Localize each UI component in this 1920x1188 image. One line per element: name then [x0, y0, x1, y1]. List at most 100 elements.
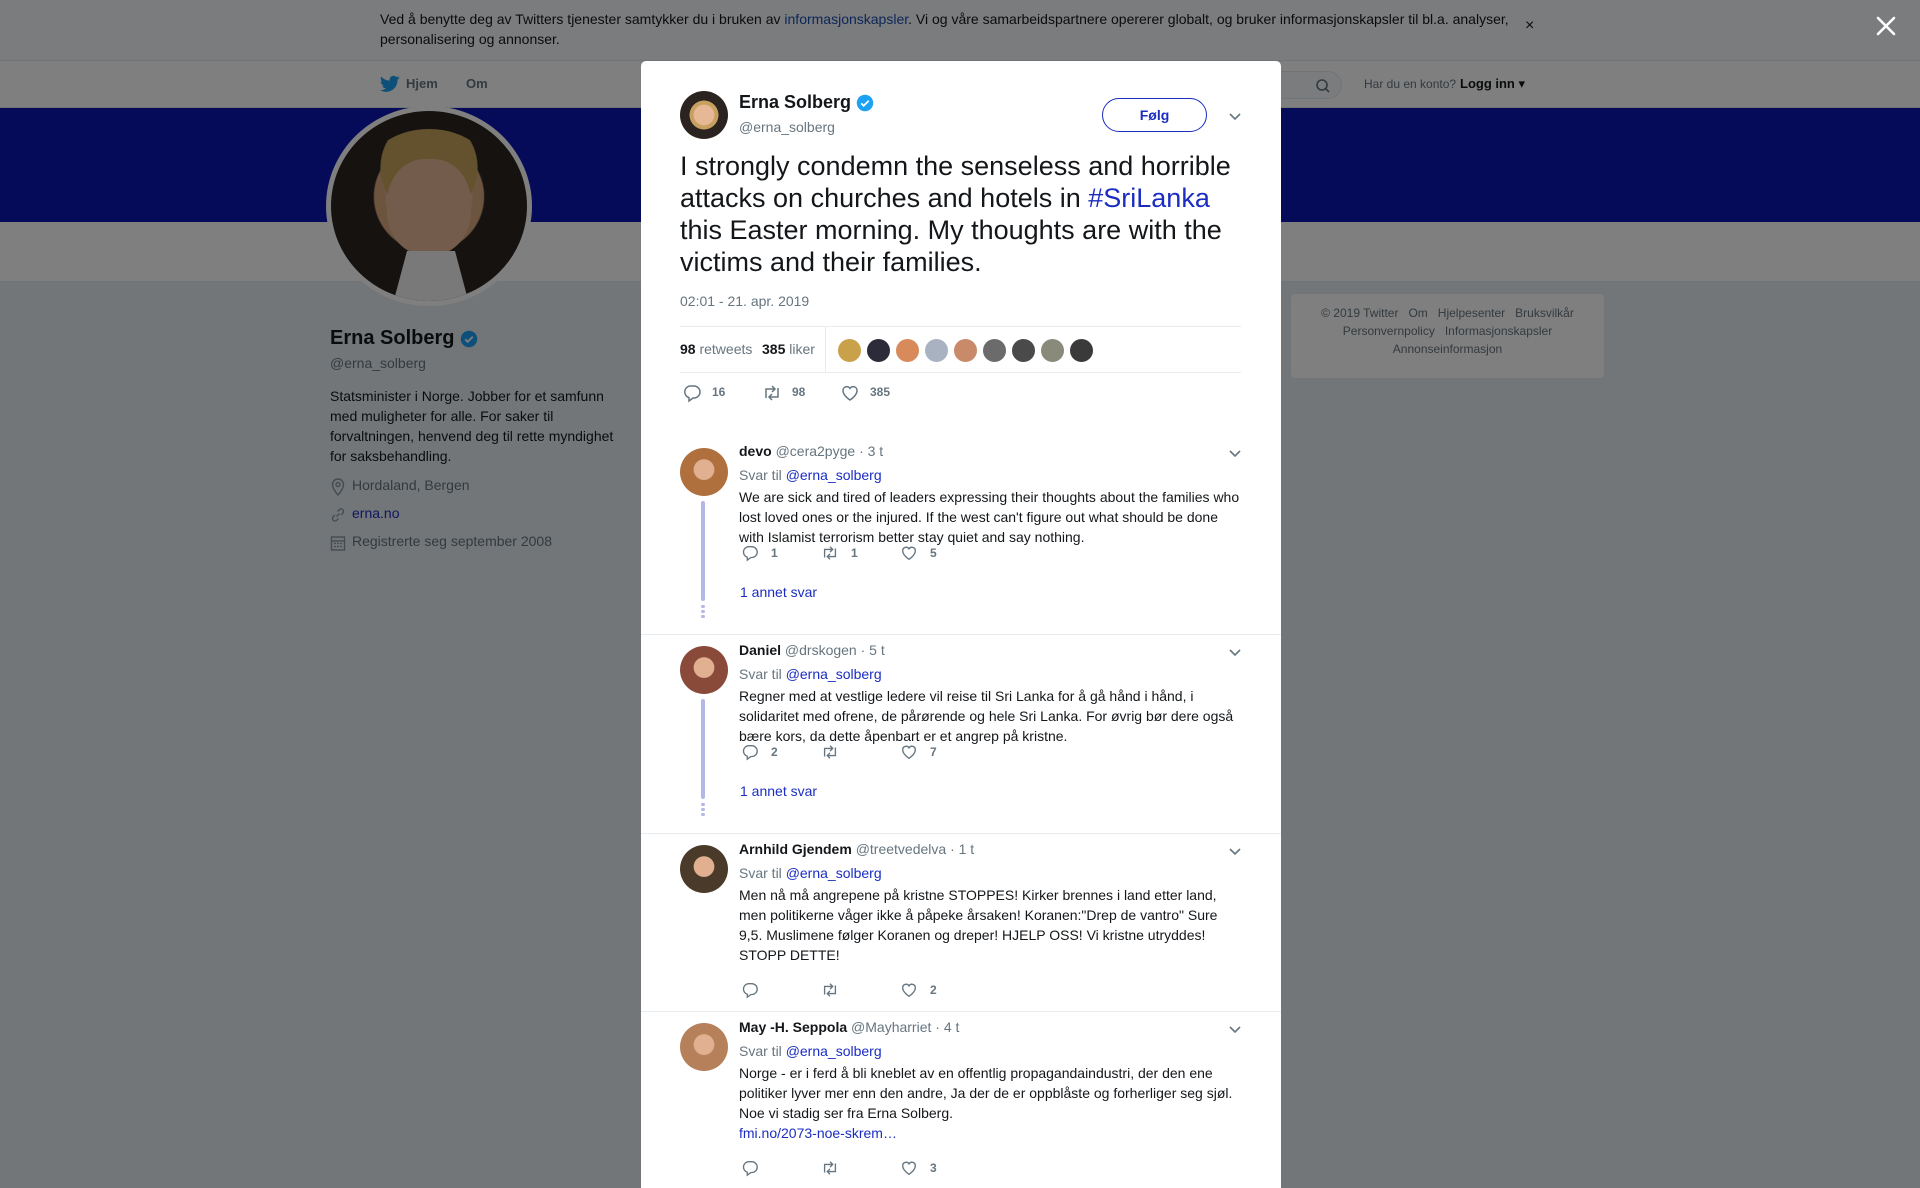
like-count: 3 [930, 1161, 937, 1175]
author-name-text: Erna Solberg [739, 92, 852, 112]
like-count: 7 [930, 745, 937, 759]
reply-tweet[interactable]: devo @cera2pyge · 3 t Svar til @erna_sol… [641, 421, 1281, 635]
reply-author-name[interactable]: devo [739, 443, 772, 459]
like-count: 5 [930, 546, 937, 560]
follow-button[interactable]: Følg [1102, 98, 1207, 132]
reply-actions: 2 [739, 981, 1039, 1001]
author-avatar[interactable] [680, 91, 728, 139]
reply-author-handle[interactable]: @cera2pyge [776, 443, 856, 459]
chevron-down-icon[interactable] [1228, 1022, 1242, 1036]
reply-icon [742, 1161, 758, 1177]
reply-icon [683, 385, 701, 403]
liker-avatar[interactable] [953, 338, 978, 363]
mention-link[interactable]: @erna_solberg [786, 1043, 882, 1059]
tweet-text: I strongly condemn the senseless and hor… [680, 150, 1250, 278]
retweets-stat-count: 98 [680, 341, 696, 357]
reply-text: Regner med at vestlige ledere vil reise … [739, 688, 1234, 744]
reply-header: Daniel @drskogen · 5 t [739, 642, 885, 658]
reply-time[interactable]: · 4 t [935, 1019, 959, 1035]
reply-count: 16 [712, 385, 726, 399]
hashtag-link[interactable]: #SriLanka [1088, 183, 1210, 213]
likes-stat-count: 385 [762, 341, 786, 357]
liker-avatar[interactable] [866, 338, 891, 363]
reply-text: Men nå må angrepene på kristne STOPPES! … [739, 887, 1218, 963]
mention-link[interactable]: @erna_solberg [786, 865, 882, 881]
reply-header: devo @cera2pyge · 3 t [739, 443, 883, 459]
author-handle[interactable]: @erna_solberg [739, 119, 835, 135]
reply-author-name[interactable]: Daniel [739, 642, 781, 658]
liker-avatar[interactable] [982, 338, 1007, 363]
more-replies-link[interactable]: 1 annet svar [740, 783, 817, 799]
reply-tweet[interactable]: Arnhild Gjendem @treetvedelva · 1 t Svar… [641, 835, 1281, 1012]
retweets-stat[interactable]: 98 retweets [680, 341, 752, 357]
chevron-down-icon[interactable] [1228, 844, 1242, 858]
heart-icon [902, 1161, 916, 1176]
reply-avatar[interactable] [680, 845, 728, 893]
retweet-icon [823, 1161, 837, 1175]
likes-stat[interactable]: 385 liker [762, 341, 815, 357]
thread-dots [701, 605, 705, 620]
chevron-down-icon[interactable] [1228, 109, 1242, 123]
reply-to-label: Svar til [739, 1043, 786, 1059]
reply-author-handle[interactable]: @Mayharriet [851, 1019, 931, 1035]
external-link[interactable]: fmi.no/2073-noe-skrem… [739, 1125, 897, 1141]
tweet-modal: Erna Solberg @erna_solberg Følg I strong… [641, 61, 1281, 1188]
reply-tweet[interactable]: Daniel @drskogen · 5 t Svar til @erna_so… [641, 636, 1281, 834]
retweet-icon [823, 546, 837, 560]
reply-count: 1 [771, 546, 778, 560]
tweet-text-end: this Easter morning. My thoughts are wit… [680, 215, 1222, 277]
chevron-down-icon[interactable] [1228, 645, 1242, 659]
thread-line [701, 699, 705, 799]
reply-icon [742, 546, 758, 562]
liker-avatar[interactable] [1040, 338, 1065, 363]
reply-time[interactable]: · 3 t [859, 443, 883, 459]
author-name[interactable]: Erna Solberg [739, 92, 874, 113]
reply-actions: 1 1 5 [739, 544, 1039, 564]
chevron-down-icon[interactable] [1228, 446, 1242, 460]
retweets-stat-label: retweets [699, 341, 753, 357]
verified-badge-icon [856, 95, 874, 112]
like-count: 385 [870, 385, 891, 399]
reply-icon [742, 983, 758, 999]
reply-to-line: Svar til @erna_solberg [739, 1043, 882, 1059]
reply-avatar[interactable] [680, 1023, 728, 1071]
reply-avatar[interactable] [680, 448, 728, 496]
reply-to-label: Svar til [739, 467, 786, 483]
liker-avatar[interactable] [1069, 338, 1094, 363]
mention-link[interactable]: @erna_solberg [786, 666, 882, 682]
tweet-stats: 98 retweets 385 liker [680, 326, 1241, 373]
reply-actions: 3 [739, 1159, 1039, 1179]
reply-author-name[interactable]: Arnhild Gjendem [739, 841, 852, 857]
reply-time[interactable]: · 1 t [950, 841, 974, 857]
liker-avatar[interactable] [924, 338, 949, 363]
reply-time[interactable]: · 5 t [861, 642, 885, 658]
stats-divider [825, 327, 826, 373]
thread-dots [701, 803, 705, 818]
retweet-icon [823, 983, 837, 997]
heart-icon [902, 546, 916, 561]
reply-to-label: Svar til [739, 666, 786, 682]
liker-avatar[interactable] [1011, 338, 1036, 363]
reply-text-body: Norge - er i ferd å bli kneblet av en of… [739, 1065, 1233, 1121]
reply-actions: 2 7 [739, 743, 1039, 763]
reply-header: May -H. Seppola @Mayharriet · 4 t [739, 1019, 959, 1035]
liker-avatar[interactable] [837, 338, 862, 363]
reply-text: We are sick and tired of leaders express… [739, 489, 1240, 545]
reply-author-handle[interactable]: @treetvedelva [856, 841, 946, 857]
reply-header: Arnhild Gjendem @treetvedelva · 1 t [739, 841, 974, 857]
mention-link[interactable]: @erna_solberg [786, 467, 882, 483]
retweet-icon [765, 385, 779, 401]
heart-icon [902, 983, 916, 998]
reply-to-line: Svar til @erna_solberg [739, 467, 882, 483]
more-replies-link[interactable]: 1 annet svar [740, 584, 817, 600]
tweet-timestamp[interactable]: 02:01 - 21. apr. 2019 [680, 293, 809, 309]
close-icon[interactable] [1872, 12, 1900, 40]
reply-icon [742, 745, 758, 761]
reply-avatar[interactable] [680, 646, 728, 694]
reply-tweet[interactable]: May -H. Seppola @Mayharriet · 4 t Svar t… [641, 1013, 1281, 1188]
reply-to-line: Svar til @erna_solberg [739, 666, 882, 682]
liker-avatar[interactable] [895, 338, 920, 363]
reply-author-handle[interactable]: @drskogen [785, 642, 857, 658]
reply-author-name[interactable]: May -H. Seppola [739, 1019, 847, 1035]
retweet-icon [823, 745, 837, 759]
